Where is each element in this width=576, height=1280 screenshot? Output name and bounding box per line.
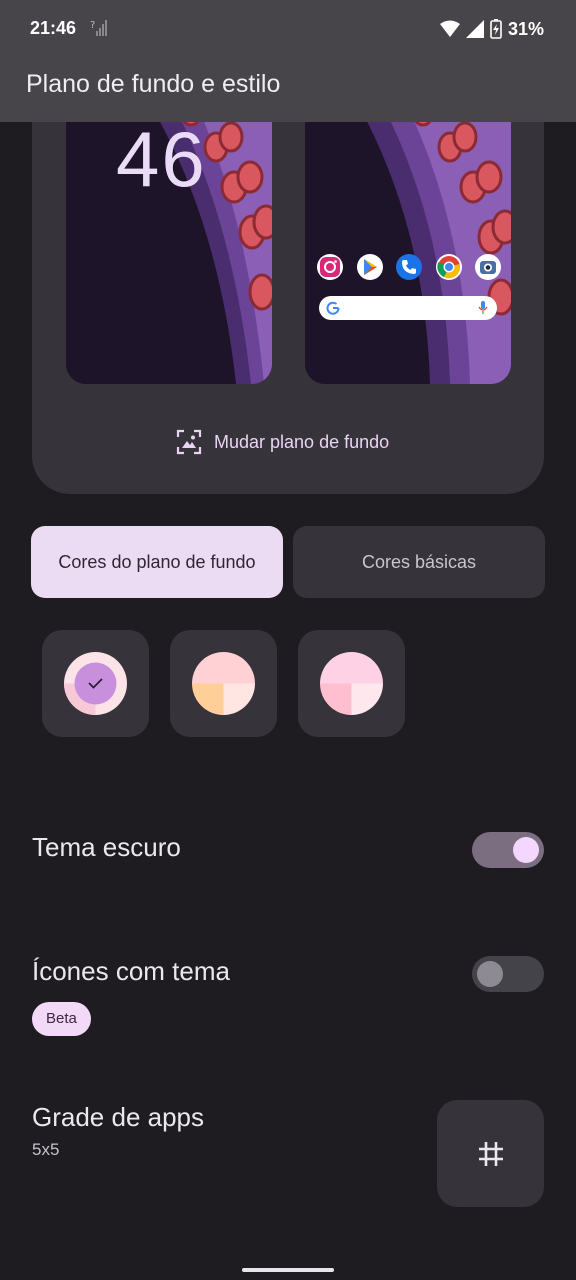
status-icons: 31% — [439, 17, 544, 41]
battery-percentage: 31% — [507, 18, 544, 39]
google-g-icon — [326, 301, 340, 315]
change-wallpaper-label: Mudar plano de fundo — [214, 431, 390, 452]
swatch-preview — [320, 652, 383, 715]
navigation-handle[interactable] — [242, 1268, 334, 1272]
lock-screen-preview[interactable]: 21 46 — [66, 122, 272, 384]
color-source-tabs: Cores do plano de fundo Cores básicas — [31, 526, 545, 598]
app-grid-value: 5x5 — [32, 1140, 60, 1159]
status-bar: 21:46 ? 31% — [0, 0, 576, 58]
app-grid-label: Grade de apps — [32, 1102, 205, 1132]
color-swatches — [42, 630, 422, 738]
dark-theme-label: Tema escuro — [32, 832, 181, 862]
toggle-knob — [513, 837, 539, 863]
no-sim-signal-icon: ? — [90, 20, 107, 36]
tab-basic-colors-label: Cores básicas — [361, 551, 477, 572]
tab-basic-colors[interactable]: Cores básicas — [293, 526, 545, 598]
signal-icon — [465, 20, 484, 38]
wifi-icon — [439, 20, 460, 37]
swatch-preview — [192, 652, 255, 715]
themed-icons-label: Ícones com tema — [32, 956, 230, 986]
clock-minutes: 46 — [116, 122, 207, 203]
app-grid-button[interactable] — [437, 1100, 544, 1207]
color-swatch-1[interactable] — [42, 630, 149, 737]
wallpaper-preview-card: 21 46 — [32, 122, 544, 494]
phone-icon[interactable] — [396, 254, 422, 280]
color-swatch-3[interactable] — [298, 630, 405, 737]
instagram-icon[interactable] — [317, 254, 343, 280]
dark-theme-toggle[interactable] — [472, 832, 544, 868]
lock-screen-clock: 21 46 — [116, 122, 207, 203]
wallpaper-art — [305, 122, 511, 384]
tab-wallpaper-colors-label: Cores do plano de fundo — [58, 551, 256, 572]
tab-wallpaper-colors[interactable]: Cores do plano de fundo — [31, 526, 283, 598]
battery-charging-icon — [490, 19, 502, 39]
settings-content[interactable]: 21 46 — [0, 122, 576, 1280]
themed-icons-toggle[interactable] — [472, 956, 544, 992]
page-title: Plano de fundo e estilo — [26, 70, 281, 98]
chrome-icon[interactable] — [435, 254, 462, 280]
grid-icon — [478, 1141, 503, 1166]
swatch-preview — [64, 652, 127, 715]
home-app-dock — [317, 254, 501, 280]
status-time: 21:46 — [30, 18, 77, 38]
app-bar: Plano de fundo e estilo — [0, 58, 576, 122]
toggle-knob — [477, 961, 503, 987]
camera-icon[interactable] — [475, 254, 501, 280]
home-search-bar[interactable] — [319, 296, 497, 320]
color-swatch-2[interactable] — [170, 630, 277, 737]
home-screen-preview[interactable] — [305, 122, 511, 384]
beta-badge: Beta — [32, 1002, 91, 1036]
change-wallpaper-button[interactable]: Mudar plano de fundo — [176, 422, 389, 462]
wallpaper-icon — [176, 429, 202, 455]
play-store-icon[interactable] — [356, 254, 383, 280]
svg-text:?: ? — [90, 20, 95, 31]
mic-icon[interactable] — [478, 301, 488, 315]
